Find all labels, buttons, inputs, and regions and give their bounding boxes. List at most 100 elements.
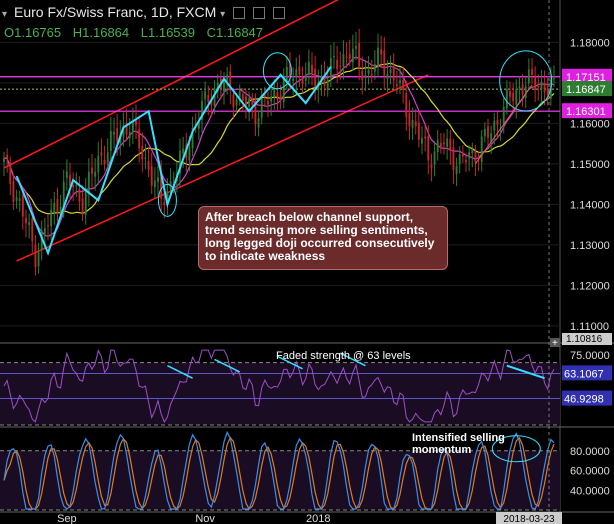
candle-body [84, 191, 87, 215]
candle-body [553, 78, 555, 80]
candle-body [94, 171, 97, 177]
candle-body [87, 171, 90, 194]
candle-body [15, 197, 18, 202]
candle-body [295, 69, 298, 78]
candle-body [18, 198, 21, 201]
candle-body [276, 92, 279, 100]
candle-body [248, 98, 251, 107]
candle-body [496, 119, 499, 125]
candle-body [505, 89, 508, 109]
candle-body [546, 88, 549, 95]
cut-price-tag-label: 1.10816 [566, 334, 603, 345]
candle-body [188, 147, 191, 161]
stoch-annotation: Intensified selling momentum [412, 432, 505, 456]
candle-body [131, 121, 134, 132]
lower-level-tag-label: 1.16301 [566, 106, 606, 118]
candle-body [534, 77, 537, 91]
candle-body [28, 222, 31, 226]
candle-body [292, 78, 295, 82]
close-icon[interactable] [272, 7, 285, 20]
candle-body [364, 74, 367, 78]
candle-body [182, 148, 185, 154]
candle-body [436, 140, 439, 152]
candle-body [537, 86, 540, 88]
candle-body [527, 69, 530, 84]
candle-body [361, 70, 364, 81]
candle-body [543, 82, 546, 93]
x-tick-label: Sep [57, 513, 77, 524]
candle-body [414, 121, 417, 127]
candle-body [370, 73, 373, 76]
y-tick-label: 1.18000 [570, 37, 610, 49]
candle-body [521, 84, 524, 94]
candle-body [355, 45, 357, 49]
candle-body [257, 118, 260, 128]
candle-body [458, 154, 461, 165]
candle-body [493, 120, 496, 131]
candle-body [263, 95, 266, 97]
candle-body [21, 194, 24, 217]
candle-body [307, 61, 310, 75]
candle-body [141, 146, 144, 160]
candle-body [285, 66, 288, 81]
rsi-value-tag-label: 63.1067 [564, 368, 604, 380]
chevron-down-icon[interactable]: ▾ [220, 9, 225, 20]
candle-body [465, 160, 467, 163]
candle-body [65, 171, 68, 178]
candle-body [509, 90, 511, 97]
candle-body [443, 142, 445, 145]
high-label: H [72, 25, 83, 40]
close-value: 1.16847 [216, 25, 264, 40]
candle-body [471, 149, 474, 154]
candle-body [226, 74, 229, 81]
chart-title-bar[interactable]: ▾ Euro Fx/Swiss Franc, 1D, FXCM ▾ [0, 4, 285, 20]
candle-body [345, 56, 348, 58]
current-price-tag-label: 1.16847 [566, 84, 606, 96]
candle-body [483, 128, 486, 137]
candle-body [72, 184, 75, 188]
chart-title: Euro Fx/Swiss Franc, 1D, FXCM [14, 4, 217, 20]
chevron-down-icon[interactable]: ▾ [2, 9, 14, 20]
plus-icon-label: + [552, 338, 558, 349]
candle-body [6, 154, 9, 160]
candle-body [449, 139, 452, 151]
candle-body [106, 152, 109, 163]
candle-body [339, 65, 342, 67]
y-tick-label: 1.16000 [570, 118, 610, 130]
candle-body [97, 155, 100, 173]
candle-body [37, 252, 40, 267]
candle-body [267, 100, 269, 105]
candle-body [430, 164, 433, 168]
candle-body [223, 80, 225, 92]
candle-body [144, 157, 147, 159]
candle-body [31, 218, 34, 242]
candle-body [150, 166, 153, 186]
candle-body [113, 131, 115, 135]
candle-body [358, 42, 361, 67]
candle-body [78, 189, 81, 202]
candle-body [241, 94, 244, 101]
eye-icon[interactable] [252, 7, 265, 20]
candle-body [395, 84, 398, 86]
candle-body [386, 73, 389, 79]
candle-body [468, 152, 471, 159]
annotation-callout: After breach below channel support, tren… [198, 206, 448, 270]
candle-body [408, 112, 411, 127]
stoch-tick-label: 60.0000 [570, 466, 610, 478]
candle-body [351, 48, 354, 63]
candle-body [157, 177, 159, 183]
candle-body [207, 95, 210, 102]
candle-body [251, 100, 254, 105]
candle-body [56, 198, 59, 213]
y-tick-label: 1.11000 [570, 321, 609, 333]
candle-body [474, 151, 477, 163]
settings-icon[interactable] [233, 7, 246, 20]
candle-body [515, 89, 518, 105]
rsi-tick-label: 75.0000 [570, 350, 610, 362]
candle-body [314, 68, 317, 87]
x-tick-label: Nov [195, 513, 215, 524]
candle-body [439, 142, 442, 147]
candle-body [487, 126, 489, 138]
stoch-tick-label: 80.0000 [570, 446, 610, 458]
candle-body [417, 122, 420, 140]
